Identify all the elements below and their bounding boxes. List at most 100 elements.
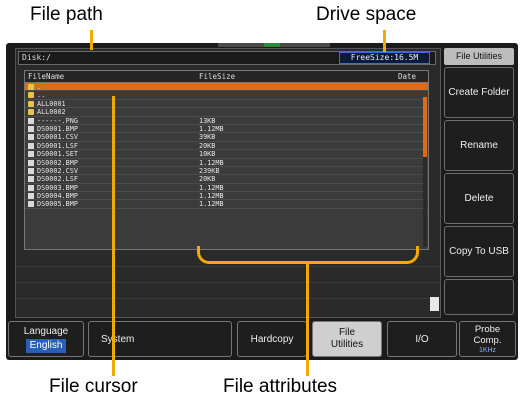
file-name: ALL0002 [37,108,66,117]
folder-icon [28,109,34,116]
folder-icon [28,92,34,99]
language-button[interactable]: Language English [8,321,84,357]
file-list: ... ALL0001 ALL0002 ------.PNG 13KB DS0001.BM… [25,83,428,209]
file-cursor-callout-line [112,96,115,376]
file-size: 1.12MB [199,124,224,133]
probe-comp-button[interactable]: Probe Comp. 1KHz [459,321,516,357]
file-icon [28,167,34,174]
file-attributes-label: File attributes [223,376,338,397]
io-label: I/O [415,333,429,345]
file-list-scrollbar[interactable] [423,97,427,247]
side-menu-title: File Utilities [444,48,514,65]
file-row[interactable]: DS0001.CSV 39KB [25,133,428,142]
delete-button[interactable]: Delete [444,173,514,224]
file-path-label: File path [30,4,103,25]
file-size: 1.12MB [199,158,224,167]
side-menu-empty-slot [444,279,514,315]
file-size: 1.12MB [199,200,224,209]
file-icon [28,151,34,158]
column-filesize: FileSize [199,72,236,81]
rename-button[interactable]: Rename [444,120,514,171]
file-size: 20KB [199,175,216,184]
file-size: 10KB [199,150,216,159]
file-cursor-label: File cursor [49,376,138,397]
file-name: DS0002.CSV [37,166,78,175]
file-row[interactable]: DS0003.BMP 1.12MB [25,183,428,193]
file-icon [28,117,34,124]
file-name: .. [37,91,46,100]
file-size: 1.12MB [199,183,224,192]
column-date: Date [398,72,417,81]
file-name: DS0002.BMP [37,158,78,167]
file-size: 1.12MB [199,192,224,201]
file-row[interactable]: ------.PNG 13KB [25,117,428,125]
free-size-indicator: FreeSize:16.5M [339,52,430,64]
file-row[interactable]: DS0002.CSV 239KB [25,166,428,176]
file-size: 39KB [199,133,216,142]
create-folder-button[interactable]: Create Folder [444,67,514,118]
bottom-menu: Language English System Hardcopy File Ut… [8,321,516,357]
file-name: DS0001.SET [37,150,78,159]
file-name: DS0001.BMP [37,124,78,133]
file-name: ALL0001 [37,99,66,108]
file-icon [28,184,34,191]
file-icon [28,142,34,149]
scrollbar-thumb[interactable] [423,97,427,157]
io-button[interactable]: I/O [387,321,457,357]
hardcopy-label: Hardcopy [250,333,294,345]
file-row[interactable]: ALL0002 [25,108,428,117]
hardcopy-button[interactable]: Hardcopy [237,321,307,357]
probe-comp-value: 1KHz [478,347,497,354]
file-row[interactable]: DS0004.BMP 1.12MB [25,192,428,201]
top-status-strip [218,43,330,47]
file-name: ------.PNG [37,116,78,125]
drive-space-label: Drive space [316,4,417,25]
file-size: 20KB [199,141,216,150]
probe-comp-label: Probe Comp. [473,324,502,346]
divider [16,282,439,283]
file-row[interactable]: DS0001.LSF 20KB [25,141,428,151]
file-row[interactable]: DS0002.LSF 20KB [25,175,428,184]
file-row[interactable]: DS0002.BMP 1.12MB [25,159,428,167]
copy-to-usb-button[interactable]: Copy To USB [444,226,514,277]
file-icon [28,176,34,183]
trigger-indicator [264,43,280,47]
folder-icon [28,84,34,90]
file-browser-header: FileName FileSize Date [25,71,428,83]
file-size: 13KB [199,116,216,125]
file-name: . [37,83,42,91]
file-name: DS0002.LSF [37,175,78,184]
column-filename: FileName [28,72,65,81]
file-utilities-label: File Utilities [330,327,364,350]
file-name: DS0004.BMP [37,192,78,201]
file-row-selected[interactable]: . [25,83,428,92]
file-utilities-button[interactable]: File Utilities [312,321,382,357]
file-attributes-callout-line [306,262,309,376]
file-browser[interactable]: FileName FileSize Date ... ALL0001 ALL0002… [24,70,429,250]
file-row[interactable]: .. [25,91,428,100]
file-name: DS0001.CSV [37,133,78,142]
file-row[interactable]: DS0001.BMP 1.12MB [25,124,428,134]
folder-icon [28,100,34,107]
system-label: System [101,333,135,345]
drive-space-callout-line [383,30,386,52]
file-name: DS0001.LSF [37,141,78,150]
file-name: DS0003.BMP [37,183,78,192]
file-name: DS0005.BMP [37,200,78,209]
file-path-callout-line [90,30,93,50]
system-button[interactable]: System [88,321,232,357]
file-icon [28,159,34,166]
file-icon [28,125,34,132]
divider [16,266,439,267]
file-icon [28,201,34,208]
file-row[interactable]: DS0001.SET 10KB [25,150,428,159]
language-label: Language [23,325,69,337]
divider [16,298,439,299]
file-icon [28,134,34,141]
page-indicator [430,297,439,311]
file-icon [28,193,34,200]
file-size: 239KB [199,166,220,175]
file-row[interactable]: ALL0001 [25,99,428,109]
side-menu: File Utilities Create Folder Rename Dele… [444,48,514,316]
file-row[interactable]: DS0005.BMP 1.12MB [25,200,428,209]
